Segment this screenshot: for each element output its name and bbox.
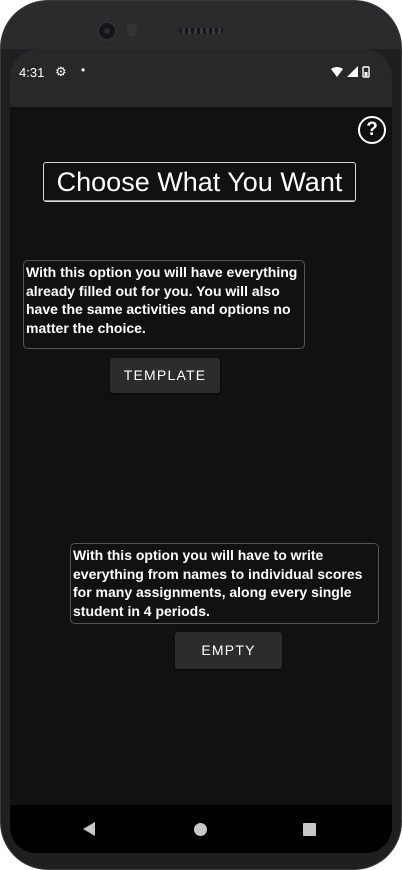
- wifi-icon: [331, 67, 343, 77]
- empty-description: With this option you will have to write …: [70, 543, 379, 624]
- proximity-sensor: [127, 23, 137, 37]
- signal-icon: [347, 66, 358, 77]
- earpiece-speaker: [179, 28, 223, 34]
- front-camera: [97, 21, 117, 41]
- recents-icon[interactable]: [303, 823, 316, 836]
- notification-dot: •: [81, 63, 86, 77]
- home-icon[interactable]: [194, 823, 207, 836]
- title-underline: [44, 200, 354, 201]
- help-button[interactable]: ?: [358, 116, 386, 144]
- help-icon: ?: [366, 119, 378, 140]
- navigation-bar: [10, 805, 392, 853]
- phone-frame: 4:31 ⚙ • ? Choose What You Want With thi…: [0, 0, 402, 870]
- app-screen: 4:31 ⚙ • ? Choose What You Want With thi…: [10, 49, 392, 853]
- template-description: With this option you will have everythin…: [23, 260, 305, 349]
- phone-bezel: [1, 1, 401, 49]
- empty-button[interactable]: EMPTY: [175, 632, 282, 669]
- status-time: 4:31: [19, 65, 45, 80]
- gear-icon: ⚙: [55, 64, 67, 79]
- template-button[interactable]: TEMPLATE: [110, 358, 220, 393]
- back-icon[interactable]: [83, 822, 95, 836]
- status-icons: [331, 66, 370, 78]
- page-title: Choose What You Want: [43, 162, 356, 202]
- status-bar: 4:31 ⚙ •: [10, 49, 392, 107]
